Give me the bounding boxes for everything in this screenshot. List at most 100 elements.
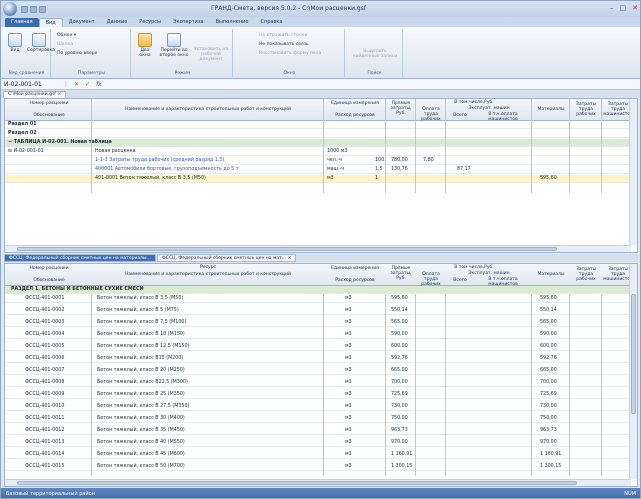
tab-view[interactable]: Вид xyxy=(38,18,63,27)
table-row[interactable]: − ТАБЛИЦА И-02-001. Новая таблица xyxy=(5,139,637,147)
table-row[interactable]: ФССЦ-401-0009 Бетон тяжелый, класс В 25 (… xyxy=(5,391,637,399)
unit-cell: м3 xyxy=(345,404,352,409)
two-windows-icon xyxy=(138,33,152,47)
table-row[interactable]: ФССЦ-401-0012 Бетон тяжелый, класс В 35 (… xyxy=(5,427,637,435)
table-row[interactable]: ФССЦ-401-0006 Бетон тяжелый, класс В15 (М… xyxy=(5,355,637,363)
table-row[interactable]: ФССЦ-401-0011 Бетон тяжелый, класс В 30 (… xyxy=(5,415,637,423)
cancel-icon[interactable]: ✕ xyxy=(74,81,79,88)
col-name[interactable]: Наименование и характеристика строительн… xyxy=(93,272,323,277)
tab-expertise[interactable]: Экспертиза xyxy=(167,18,210,27)
confirm-icon[interactable]: ✓ xyxy=(85,81,90,88)
tab-main[interactable]: Главная xyxy=(5,18,39,27)
col-basis[interactable]: Обоснование xyxy=(7,113,91,118)
col-machines[interactable]: Эксплуат. машин xyxy=(447,271,531,276)
tab-data[interactable]: Данные xyxy=(101,18,134,27)
table-row[interactable]: Раздел 01 xyxy=(5,121,637,129)
group-mode: Два окна Перейти во второе окно Установи… xyxy=(133,29,233,77)
col-name[interactable]: Наименование и характеристика строительн… xyxy=(93,107,323,112)
close-icon[interactable]: × xyxy=(57,92,61,97)
undo-icon[interactable] xyxy=(30,5,37,13)
lower-hscrollbar[interactable] xyxy=(5,479,631,486)
hide-rows-button[interactable]: Не отражать строки xyxy=(259,33,307,38)
group-compare: Вид Сортировка Вид сравнения xyxy=(3,29,55,77)
table-row[interactable]: ФССЦ-401-0003 Бетон тяжелый, класс В 7,5 … xyxy=(5,319,637,327)
exchange-button[interactable]: Обмен ▾ xyxy=(57,33,76,38)
direct-cost-cell: 750,00 xyxy=(391,416,408,421)
col-consumption[interactable]: Расход ресурсов xyxy=(325,278,385,283)
redo-icon[interactable] xyxy=(39,5,46,13)
col-unit[interactable]: Единица измерения xyxy=(325,266,385,271)
col-labor-workers[interactable]: Затраты труда рабочих xyxy=(571,267,601,282)
table-row[interactable]: ФССЦ-401-0015 Бетон тяжелый, класс В 50 (… xyxy=(5,463,637,471)
lower-tab-1[interactable]: ФССЦ. Федеральный сборник сметных цен на… xyxy=(4,254,156,262)
app-menu-icon[interactable] xyxy=(3,2,17,16)
lower-vscrollbar[interactable] xyxy=(629,264,637,479)
col-machines[interactable]: Эксплуат. машин xyxy=(447,106,531,111)
group-search: Выделить найденные записи Поиск xyxy=(347,29,403,77)
table-row[interactable]: ФССЦ-401-0007 Бетон тяжелый, класс В 20 (… xyxy=(5,367,637,375)
level-up-button[interactable]: По уровню вверх xyxy=(57,51,97,56)
restore-layout-button[interactable]: Восстановить форму окна xyxy=(259,51,321,56)
col-unit[interactable]: Единица измерения xyxy=(325,101,385,106)
scroll-thumb[interactable] xyxy=(631,294,636,414)
switch-window-button[interactable]: Перейти во второе окно xyxy=(159,33,189,58)
sort-button[interactable]: Сортировка xyxy=(27,33,55,53)
table-row[interactable]: ⊟ И-02-001-01 Новая расценка 1000 м3 xyxy=(5,148,637,156)
col-materials[interactable]: Материалы xyxy=(533,272,569,277)
close-icon[interactable]: ✕ xyxy=(632,4,638,12)
col-direct[interactable]: Прямые затраты, Руб. xyxy=(387,266,415,281)
hide-link-button[interactable]: Не показывать связь xyxy=(259,42,309,47)
col-num[interactable]: Номер расценки xyxy=(7,101,91,106)
table-row[interactable]: ФССЦ-401-0004 Бетон тяжелый, класс В 10 (… xyxy=(5,331,637,339)
materials-cell: 1 160,91 xyxy=(540,452,562,457)
col-incl[interactable]: В том числе,Руб. xyxy=(417,100,531,105)
function-icon[interactable]: fx xyxy=(96,81,102,88)
materials-cell: 595,60 xyxy=(540,176,557,181)
save-icon[interactable] xyxy=(21,5,28,13)
table-row[interactable]: 1-1-3 Затраты труда рабочих (средний раз… xyxy=(5,157,637,165)
header-button[interactable]: Шапка xyxy=(57,42,73,47)
direct-cost-cell: 592,76 xyxy=(391,356,408,361)
col-labor-workers[interactable]: Затраты труда рабочих xyxy=(571,102,601,117)
basis-cell: Раздел 02 xyxy=(8,131,37,136)
table-row[interactable]: Раздел 02 xyxy=(5,130,637,138)
col-num[interactable]: Номер расценки xyxy=(7,266,91,271)
minimize-icon[interactable]: – xyxy=(610,4,614,12)
tab-document[interactable]: Документ xyxy=(63,18,101,27)
table-row[interactable]: ФССЦ-401-0005 Бетон тяжелый, класс В 12,5… xyxy=(5,343,637,351)
view-button[interactable]: Вид xyxy=(5,33,25,53)
col-total[interactable]: Всего xyxy=(447,278,473,283)
document-tab[interactable]: C:\Мои расценки.gsf × xyxy=(3,91,67,98)
col-wage[interactable]: Оплата труда рабочих xyxy=(417,272,445,287)
table-row[interactable]: 400001 Автомобили бортовые, грузоподъемн… xyxy=(5,166,637,174)
table-row[interactable]: ФССЦ-401-0014 Бетон тяжелый, класс В 45 (… xyxy=(5,451,637,459)
table-row[interactable]: ФССЦ-401-0001 Бетон тяжелый, класс В 3,5 … xyxy=(5,295,637,303)
tab-help[interactable]: Справка xyxy=(254,18,288,27)
set-working-doc-button[interactable]: Установить на рабочий документ xyxy=(191,47,231,62)
maximize-icon[interactable]: □ xyxy=(620,4,627,12)
col-total[interactable]: Всего xyxy=(447,113,473,118)
table-row[interactable]: 401-0001 Бетон тяжелый, класс В 3,5 (М50… xyxy=(5,175,637,183)
upper-hscrollbar[interactable] xyxy=(5,245,631,252)
table-row[interactable]: ФССЦ-401-0013 Бетон тяжелый, класс В 40 (… xyxy=(5,439,637,447)
table-row[interactable]: ФССЦ-401-0008 Бетон тяжелый, класс В22,5 … xyxy=(5,379,637,387)
scroll-thumb[interactable] xyxy=(17,247,557,251)
tab-resources[interactable]: Ресурсы xyxy=(133,18,167,27)
col-consumption[interactable]: Расход ресурсов xyxy=(325,113,385,118)
col-wage[interactable]: Оплата труда рабочих xyxy=(417,107,445,122)
tab-execution[interactable]: Выполнение xyxy=(210,18,255,27)
col-resource[interactable]: Ресурс xyxy=(93,265,323,270)
col-materials[interactable]: Материалы xyxy=(533,107,569,112)
two-windows-button[interactable]: Два окна xyxy=(135,33,155,58)
table-row[interactable]: ФССЦ-401-0002 Бетон тяжелый, класс В 5 (М… xyxy=(5,307,637,315)
scroll-thumb[interactable] xyxy=(17,481,577,485)
select-found-button[interactable]: Выделить найденные записи xyxy=(351,49,399,59)
col-basis[interactable]: Обоснование xyxy=(7,278,91,283)
col-incl[interactable]: В том числе,Руб. xyxy=(417,265,531,270)
cell-name-box[interactable]: И-02-001-01 xyxy=(1,81,61,88)
table-row[interactable]: ФССЦ-401-0010 Бетон тяжелый, класс В 27,5… xyxy=(5,403,637,411)
col-direct[interactable]: Прямые затраты, Руб. xyxy=(387,101,415,116)
lower-tab-2[interactable]: ФССЦ. Федеральный сборник сметных цен на… xyxy=(156,254,297,262)
section-row[interactable]: РАЗДЕЛ 1. БЕТОНЫ И БЕТОННЫЕ СУХИЕ СМЕСИ xyxy=(5,286,637,294)
upper-vscrollbar[interactable] xyxy=(629,99,637,245)
